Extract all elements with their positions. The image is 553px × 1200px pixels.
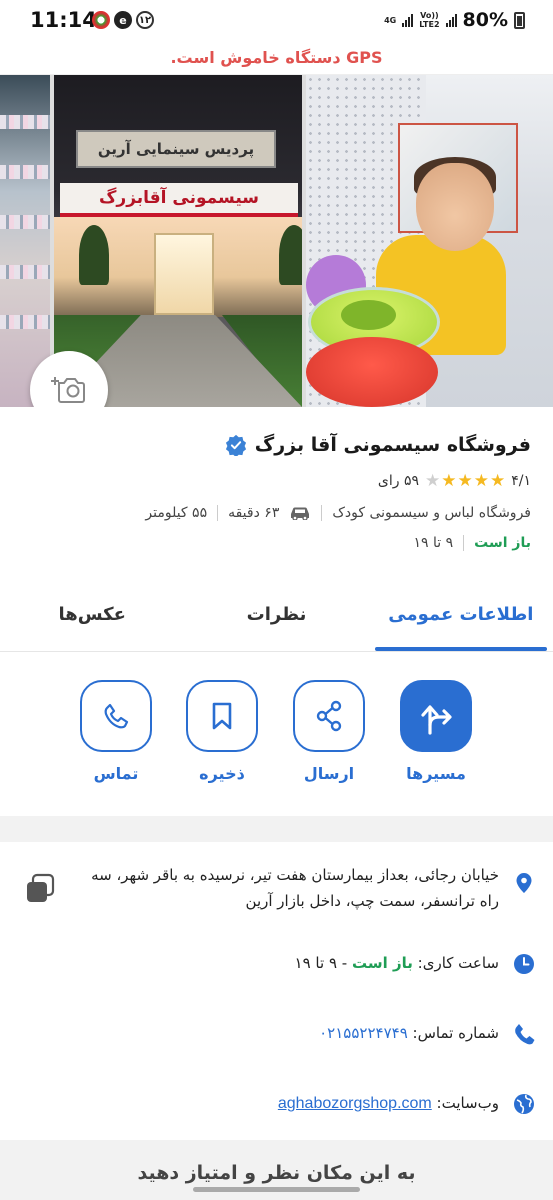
volte-label: Vo)) LTE2	[419, 11, 440, 29]
phone-number[interactable]: ۰۲۱۵۵۲۲۴۷۴۹	[319, 1024, 408, 1042]
gps-off-banner[interactable]: GPS دستگاه خاموش است.	[0, 40, 553, 75]
copy-address-icon[interactable]	[24, 872, 58, 906]
divider	[463, 535, 465, 551]
store-sign: سیسمونی آقابزرگ	[60, 183, 298, 217]
share-circle	[293, 680, 365, 752]
place-title: فروشگاه سیسمونی آقا بزرگ	[254, 434, 531, 456]
bookmark-icon	[212, 702, 232, 730]
phone-icon	[104, 703, 129, 729]
hours-row: باز است ۹ تا ۱۹	[414, 535, 531, 551]
place-details: خیابان رجائی، بعداز بیمارستان هفت تیر، ن…	[0, 842, 553, 1140]
star-filled-icon: ★	[473, 471, 489, 491]
e-app-icon: e	[114, 11, 132, 29]
action-buttons: مسیرها ارسال ذخیره تماس	[0, 654, 553, 816]
share-button[interactable]: ارسال	[292, 680, 366, 783]
star-filled-icon: ★	[489, 471, 506, 491]
open-status: باز است	[474, 535, 531, 551]
working-hours-row: ساعت کاری: باز است - ۹ تا ۱۹	[295, 950, 535, 976]
signal-2-icon	[445, 13, 457, 27]
place-info: فروشگاه سیسمونی آقا بزرگ ۴/۱ ★ ★ ★ ★ ★ ۵۹ را…	[0, 407, 553, 577]
phone-icon	[515, 1024, 535, 1045]
signal-icon	[402, 13, 414, 27]
network-4g-label: 4G	[384, 15, 397, 25]
address-row[interactable]: خیابان رجائی، بعداز بیمارستان هفت تیر، ن…	[89, 862, 535, 914]
hours-range: - ۹ تا ۱۹	[294, 954, 348, 972]
save-button[interactable]: ذخیره	[185, 680, 259, 783]
hours-value: ۹ تا ۱۹	[413, 535, 454, 551]
phone-row[interactable]: شماره تماس: ۰۲۱۵۵۲۲۴۷۴۹	[319, 1020, 535, 1046]
website-row[interactable]: وب‌سایت: aghabozorgshop.com	[278, 1090, 535, 1117]
rate-heading: به این مکان نظر و امتیاز دهید	[137, 1162, 416, 1184]
tab-general-info[interactable]: اطلاعات عمومی	[369, 577, 553, 651]
clock-icon	[514, 954, 534, 974]
distance: ۵۵ کیلومتر	[145, 505, 208, 521]
tab-reviews[interactable]: نظرات	[184, 577, 368, 651]
call-circle	[80, 680, 152, 752]
photo-clothing-racks[interactable]	[0, 75, 50, 407]
hours-open-status: باز است	[351, 954, 413, 972]
add-camera-icon	[51, 377, 85, 403]
divider	[321, 505, 323, 521]
cinema-sign: پردیس سینمایی آرین	[76, 130, 276, 168]
notification-count-badge: ۱۲	[136, 11, 154, 29]
share-label: ارسال	[303, 764, 355, 783]
tab-photos[interactable]: عکس‌ها	[0, 577, 184, 651]
rating-row[interactable]: ۴/۱ ★ ★ ★ ★ ★ ۵۹ رای	[378, 471, 531, 491]
verified-badge-icon	[225, 434, 246, 456]
save-label: ذخیره	[199, 764, 245, 783]
gps-banner-text: GPS دستگاه خاموش است.	[170, 47, 383, 67]
share-icon	[316, 700, 342, 732]
call-label: تماس	[93, 764, 139, 783]
rating-stars: ★ ★ ★ ★ ★	[425, 471, 505, 491]
notification-icons: e ۱۲	[92, 11, 154, 29]
battery-icon	[514, 11, 525, 29]
drive-time: ۶۳ دقیقه	[228, 505, 280, 521]
app-notification-icon	[92, 11, 110, 29]
location-pin-icon	[516, 873, 532, 893]
section-divider	[0, 816, 553, 842]
rating-value: ۴/۱	[511, 473, 531, 489]
website-link[interactable]: aghabozorgshop.com	[278, 1095, 432, 1112]
website-label: وب‌سایت:	[436, 1094, 499, 1112]
status-bar: 11:14 e ۱۲ 4G Vo)) LTE2 80%	[0, 0, 553, 40]
save-circle	[186, 680, 258, 752]
star-empty-icon: ★	[424, 471, 441, 491]
phone-label: شماره تماس:	[412, 1024, 499, 1042]
directions-button[interactable]: مسیرها	[399, 680, 473, 783]
photo-child-with-toys[interactable]	[306, 75, 553, 407]
tab-bar: اطلاعات عمومی نظرات عکس‌ها	[0, 577, 553, 652]
divider	[217, 505, 219, 521]
vote-count: ۵۹ رای	[377, 473, 419, 489]
directions-circle	[400, 680, 472, 752]
directions-icon	[421, 705, 452, 735]
title-row: فروشگاه سیسمونی آقا بزرگ	[225, 434, 531, 456]
star-filled-icon: ★	[441, 471, 457, 491]
address-text: خیابان رجائی، بعداز بیمارستان هفت تیر، ن…	[91, 866, 499, 910]
clock: 11:14	[30, 8, 97, 32]
car-icon	[291, 507, 310, 520]
category-label: فروشگاه لباس و سیسمونی کودک	[332, 505, 531, 521]
globe-icon	[514, 1094, 534, 1114]
system-indicators: 4G Vo)) LTE2 80%	[384, 9, 525, 31]
hours-label: ساعت کاری:	[417, 954, 499, 972]
home-indicator[interactable]	[193, 1187, 360, 1192]
directions-label: مسیرها	[406, 764, 466, 783]
star-filled-icon: ★	[457, 471, 473, 491]
battery-percent: 80%	[462, 9, 508, 31]
call-button[interactable]: تماس	[79, 680, 153, 783]
meta-row: فروشگاه لباس و سیسمونی کودک ۶۳ دقیقه ۵۵ …	[145, 505, 531, 521]
